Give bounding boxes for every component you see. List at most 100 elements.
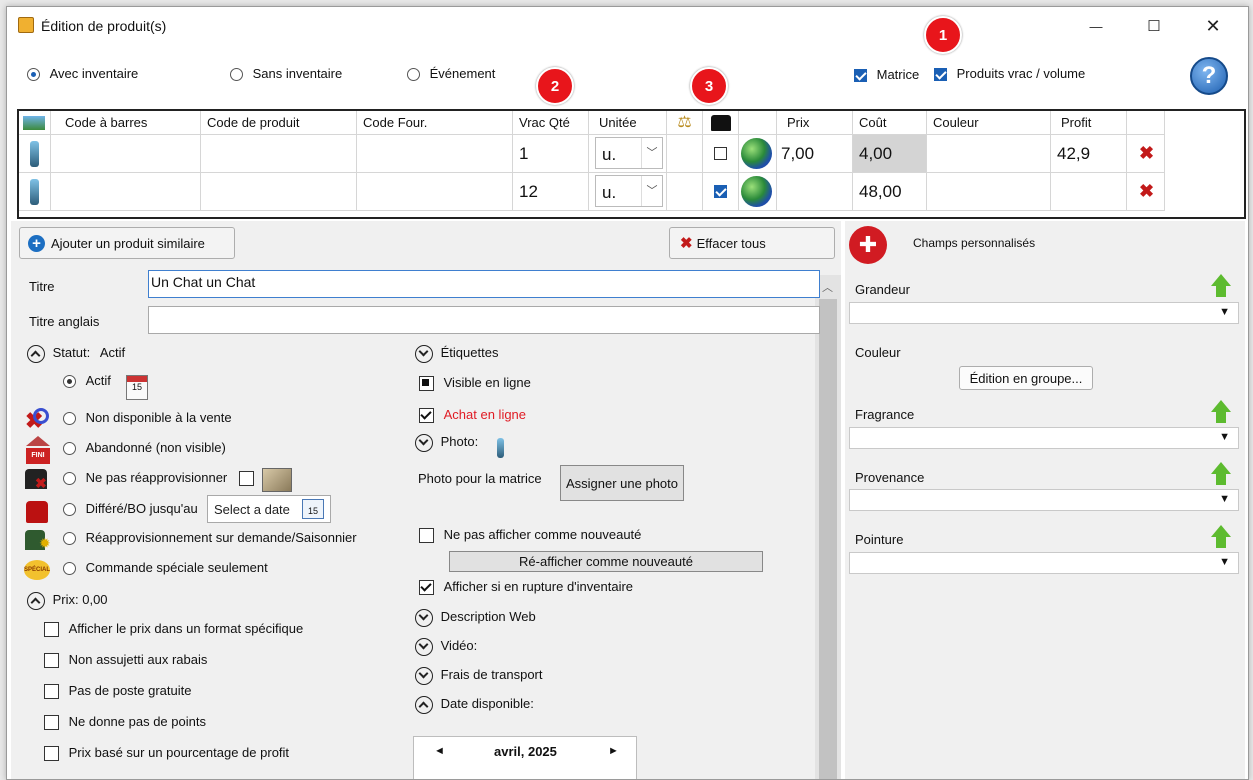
radio-commande-speciale[interactable] — [63, 562, 76, 576]
radio-reappro-demande[interactable] — [63, 532, 76, 546]
row1-unite[interactable]: u. ﹀ — [589, 135, 667, 173]
checkbox-rupture[interactable] — [419, 580, 434, 596]
visible-en-ligne[interactable]: Visible en ligne — [419, 375, 531, 392]
radio-evenement[interactable] — [407, 68, 420, 82]
ne-pas-reappro-checkbox[interactable] — [238, 471, 254, 487]
video-header[interactable]: Vidéo: — [415, 638, 477, 656]
radio-avec[interactable] — [27, 68, 40, 82]
row1-prix[interactable]: 7,00 — [777, 135, 853, 173]
status-option-differe[interactable]: Différé/BO jusqu'au — [63, 501, 198, 517]
grid-header-prix[interactable]: Prix — [777, 111, 853, 135]
checkbox-poste[interactable] — [44, 684, 59, 700]
etiquettes-header[interactable]: Étiquettes — [415, 345, 498, 363]
row1-unite-dropdown[interactable]: u. ﹀ — [595, 137, 663, 169]
checkbox-points[interactable] — [44, 715, 59, 731]
grid-header-cout[interactable]: Coût — [853, 111, 927, 135]
expand-icon[interactable] — [415, 667, 433, 685]
radio-ne-pas-reappro[interactable] — [63, 472, 76, 486]
checkbox-rabais[interactable] — [44, 653, 59, 669]
scroll-thumb[interactable] — [819, 299, 837, 779]
checkbox-nouveaute[interactable] — [419, 528, 434, 544]
arrow-up-icon[interactable] — [1211, 462, 1231, 486]
mode-evenement[interactable]: Événement — [407, 66, 495, 82]
row2-couleur[interactable] — [927, 173, 1051, 211]
row1-delete[interactable]: ✖ — [1127, 135, 1165, 173]
row2-profit[interactable] — [1051, 173, 1127, 211]
clear-all-button[interactable]: ✖ Effacer tous — [669, 227, 835, 259]
row1-couleur[interactable] — [927, 135, 1051, 173]
delete-icon[interactable]: ✖ — [1139, 143, 1154, 164]
radio-abandonne[interactable] — [63, 442, 76, 456]
row2-prix[interactable] — [777, 173, 853, 211]
prix-header[interactable]: Prix: 0,00 — [27, 592, 108, 610]
row2-scale[interactable] — [667, 173, 703, 211]
statut-header[interactable]: Statut: Actif — [27, 345, 125, 363]
expand-icon[interactable] — [415, 638, 433, 656]
radio-actif[interactable] — [63, 375, 76, 389]
prix-option-profit[interactable]: Prix basé sur un pourcentage de profit — [44, 745, 289, 762]
row1-supplier-code[interactable] — [357, 135, 513, 173]
mode-avec-inventaire[interactable]: Avec inventaire — [27, 66, 138, 82]
calendar-widget[interactable]: ◄ avril, 2025 ► — [413, 736, 637, 779]
grid-header-unite[interactable]: Unitée — [589, 111, 667, 135]
minimize-button[interactable]: — — [1067, 7, 1125, 45]
row2-vrac-qte[interactable]: 12 — [513, 173, 589, 211]
row1-image[interactable] — [19, 135, 51, 173]
checkbox-format[interactable] — [44, 622, 59, 638]
row2-supplier-code[interactable] — [357, 173, 513, 211]
reafficher-button[interactable]: Ré-afficher comme nouveauté — [449, 551, 763, 572]
calendar-next-button[interactable]: ► — [608, 745, 619, 757]
help-icon[interactable]: ? — [1190, 57, 1228, 95]
grid-header-vrac-qte[interactable]: Vrac Qté — [513, 111, 589, 135]
row1-scale[interactable] — [667, 135, 703, 173]
arrow-up-icon[interactable] — [1211, 400, 1231, 424]
delete-icon[interactable]: ✖ — [1139, 181, 1154, 202]
row1-web[interactable] — [739, 135, 777, 173]
row1-product-code[interactable] — [201, 135, 357, 173]
scroll-up-icon[interactable]: ︿ — [822, 279, 833, 295]
prix-option-points[interactable]: Ne donne pas de points — [44, 714, 206, 731]
radio-sans[interactable] — [230, 68, 243, 82]
row1-profit[interactable]: 42,9 — [1051, 135, 1127, 173]
mode-sans-inventaire[interactable]: Sans inventaire — [230, 66, 342, 82]
titre-input[interactable]: Un Chat un Chat — [148, 270, 820, 298]
grid-header-hat[interactable] — [703, 111, 739, 135]
grid-header-web[interactable] — [739, 111, 777, 135]
group-edit-button[interactable]: Édition en groupe... — [959, 366, 1093, 390]
row2-web[interactable] — [739, 173, 777, 211]
checkbox-achat[interactable] — [419, 408, 434, 424]
arrow-up-icon[interactable] — [1211, 274, 1231, 298]
row1-cout[interactable]: 4,00 — [853, 135, 927, 173]
grid-header-scale[interactable]: ⚖ — [667, 111, 703, 135]
status-option-commande-speciale[interactable]: Commande spéciale seulement — [63, 560, 268, 576]
achat-en-ligne[interactable]: Achat en ligne — [419, 407, 526, 424]
row2-hat-checkbox[interactable] — [714, 185, 727, 198]
matrice-check[interactable] — [854, 69, 867, 83]
custom-field-dropdown-provenance[interactable]: ▼ — [849, 489, 1239, 511]
close-button[interactable]: ✕ — [1184, 7, 1242, 45]
expand-icon[interactable] — [415, 609, 433, 627]
status-option-reappro-demande[interactable]: Réapprovisionnement sur demande/Saisonni… — [63, 530, 357, 546]
calendar-month-label[interactable]: avril, 2025 — [494, 744, 557, 759]
form-scrollbar[interactable]: ︿ — [815, 275, 841, 779]
checkbox-visible[interactable] — [419, 376, 434, 392]
matrice-checkbox[interactable]: Matrice — [854, 67, 919, 83]
prix-option-format[interactable]: Afficher le prix dans un format spécifiq… — [44, 621, 303, 638]
frais-header[interactable]: Frais de transport — [415, 667, 543, 685]
maximize-button[interactable]: ☐ — [1125, 7, 1183, 45]
differe-date-picker[interactable]: Select a date 15 — [207, 495, 331, 523]
row2-image[interactable] — [19, 173, 51, 211]
row2-hat[interactable] — [703, 173, 739, 211]
grid-header-barcode[interactable]: Code à barres — [51, 111, 201, 135]
row2-barcode[interactable] — [51, 173, 201, 211]
afficher-rupture[interactable]: Afficher si en rupture d'inventaire — [419, 579, 633, 596]
grid-header-profit[interactable]: Profit — [1051, 111, 1127, 135]
collapse-icon[interactable] — [27, 345, 45, 363]
photo-header[interactable]: Photo: — [415, 434, 478, 452]
radio-non-dispo[interactable] — [63, 412, 76, 426]
calendar-prev-button[interactable]: ◄ — [434, 745, 445, 757]
row2-unite[interactable]: u. ﹀ — [589, 173, 667, 211]
row2-product-code[interactable] — [201, 173, 357, 211]
collapse-icon[interactable] — [415, 696, 433, 714]
calendar-icon[interactable]: 15 — [126, 375, 148, 400]
